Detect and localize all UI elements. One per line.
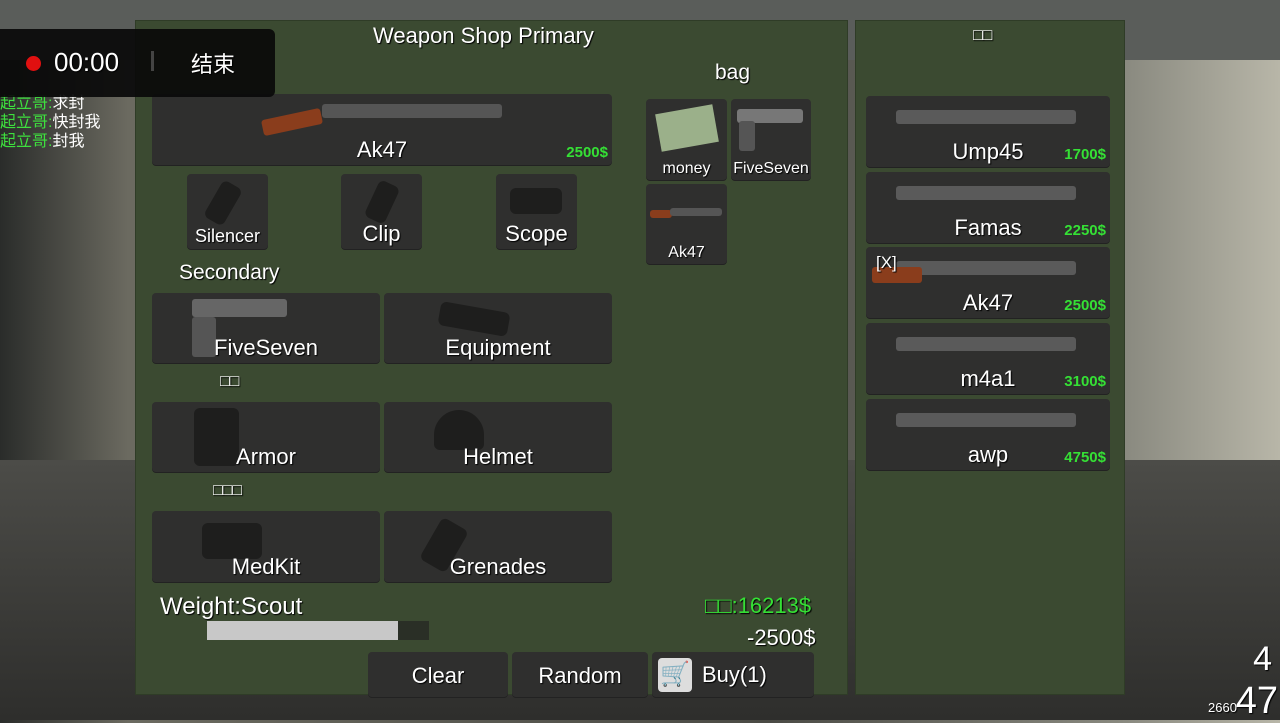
helmet-slot[interactable]: Helmet <box>384 402 612 472</box>
money-label: □□:16213$ <box>705 593 812 618</box>
weapon-image <box>896 413 1076 427</box>
divider <box>151 51 154 71</box>
clip-slot[interactable]: Clip <box>341 174 422 249</box>
silencer-icon <box>202 179 244 227</box>
hud-count: 4 <box>1253 640 1272 678</box>
armor-slot[interactable]: Armor <box>152 402 380 472</box>
weapon-item-famas[interactable]: Famas 2250$ <box>866 172 1110 243</box>
weapon-item-ak47[interactable]: [X] Ak47 2500$ <box>866 247 1110 318</box>
chat-line: 起立哥:封我 <box>0 133 85 150</box>
weapon-item-m4a1[interactable]: m4a1 3100$ <box>866 323 1110 394</box>
ammo-reserve: 2660 <box>1208 700 1237 715</box>
weight-label: Weight:Scout <box>160 593 303 620</box>
secondary-label: Secondary <box>179 261 280 284</box>
equipped-tag: [X] <box>876 253 897 272</box>
armor-section-label: □□ <box>220 373 240 390</box>
grenades-slot[interactable]: Grenades <box>384 511 612 582</box>
list-header: □□ <box>973 27 993 44</box>
ak47-image <box>260 107 324 137</box>
fiveseven-slot[interactable]: FiveSeven <box>152 293 380 363</box>
weight-bar-fill <box>207 621 398 640</box>
medical-section-label: □□□ <box>213 482 242 499</box>
screen-recorder-bar: 00:00 结束 <box>0 29 275 97</box>
cart-icon: 🛒 <box>658 658 692 692</box>
equipment-slot[interactable]: Equipment <box>384 293 612 363</box>
chat-line: 起立哥:快封我 <box>0 114 101 131</box>
weapon-item-awp[interactable]: awp 4750$ <box>866 399 1110 470</box>
equipment-icon <box>437 301 511 337</box>
weapon-image <box>896 261 1076 275</box>
scope-slot[interactable]: Scope <box>496 174 577 249</box>
recording-dot-icon <box>26 56 41 71</box>
clip-icon <box>363 179 401 225</box>
chat-log: 起立哥:求封 起立哥:快封我 起立哥:封我 <box>0 94 100 151</box>
end-recording-button[interactable]: 结束 <box>191 47 235 79</box>
primary-slot-ak47[interactable]: Ak47 2500$ <box>152 94 612 165</box>
bag-item-ak47[interactable]: Ak47 <box>646 184 727 264</box>
shop-title: Weapon Shop Primary <box>373 23 594 48</box>
bag-item-money[interactable]: money <box>646 99 727 180</box>
ammo-count: 47 <box>1235 680 1278 722</box>
recording-time: 00:00 <box>54 47 120 77</box>
cost-label: -2500$ <box>747 625 816 650</box>
money-icon <box>655 104 719 152</box>
weapon-image <box>896 337 1076 351</box>
weapon-image <box>896 110 1076 124</box>
clear-button[interactable]: Clear <box>368 652 508 697</box>
weapon-image <box>896 186 1076 200</box>
scope-icon <box>510 188 562 214</box>
bag-label: bag <box>715 61 751 84</box>
buy-button[interactable]: 🛒 Buy(1) <box>652 652 814 697</box>
random-button[interactable]: Random <box>512 652 648 697</box>
medkit-slot[interactable]: MedKit <box>152 511 380 582</box>
bag-item-fiveseven[interactable]: FiveSeven <box>731 99 811 180</box>
weight-bar <box>207 621 429 640</box>
fiveseven-image <box>192 299 287 317</box>
silencer-slot[interactable]: Silencer <box>187 174 268 249</box>
weapon-item-ump45[interactable]: Ump45 1700$ <box>866 96 1110 167</box>
